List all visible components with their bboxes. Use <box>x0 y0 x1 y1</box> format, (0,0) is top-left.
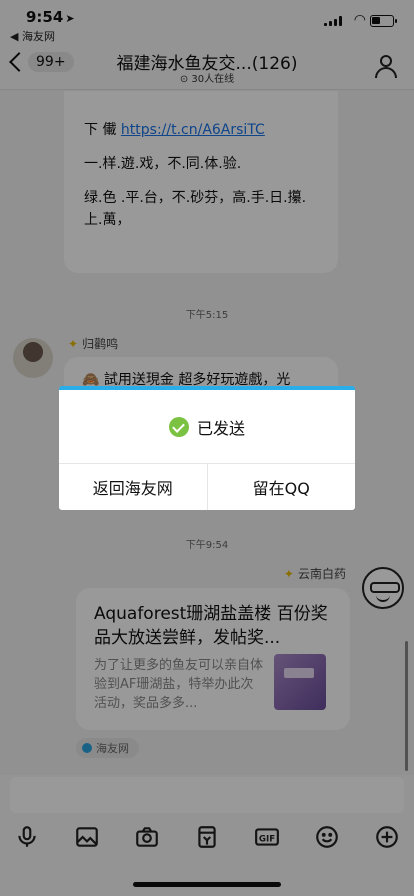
sent-dialog: 已发送 返回海友网 留在QQ <box>59 386 355 510</box>
stay-in-qq-button[interactable]: 留在QQ <box>206 464 356 510</box>
return-to-app-button[interactable]: 返回海友网 <box>59 464 207 510</box>
dialog-message: 已发送 <box>59 390 355 464</box>
dialog-buttons: 返回海友网 留在QQ <box>59 464 355 510</box>
dialog-message-text: 已发送 <box>196 418 245 438</box>
check-circle-icon <box>168 416 189 437</box>
